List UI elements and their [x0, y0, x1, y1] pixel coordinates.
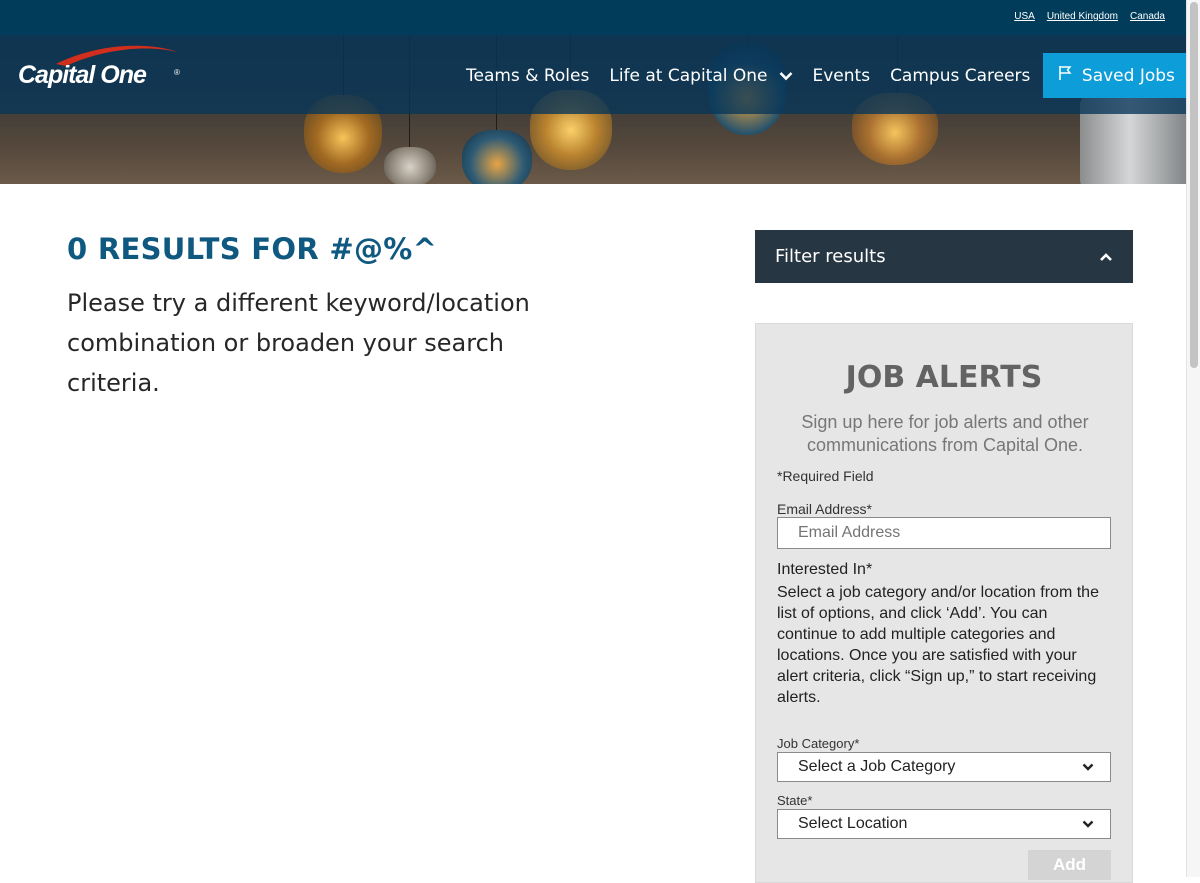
- state-select[interactable]: Select Location: [777, 809, 1111, 839]
- logo-text: Capital One: [18, 61, 147, 89]
- pendant-lamp: [462, 130, 532, 184]
- interested-in-heading: Interested In*: [777, 561, 873, 578]
- job-alerts-panel: JOB ALERTS Sign up here for job alerts a…: [755, 323, 1133, 883]
- main-nav: Teams & Roles Life at Capital One Events…: [466, 53, 1190, 98]
- scrollbar-thumb[interactable]: [1190, 2, 1198, 368]
- country-links: USA United Kingdom Canada: [1014, 11, 1165, 22]
- country-link-usa[interactable]: USA: [1014, 11, 1035, 22]
- interested-in-instructions: Select a job category and/or location fr…: [777, 584, 1099, 706]
- filter-label: Filter results: [775, 246, 886, 267]
- job-category-label: Job Category*: [777, 736, 860, 751]
- email-field[interactable]: [777, 517, 1111, 549]
- chevron-down-icon: [1082, 815, 1094, 833]
- filter-results-toggle[interactable]: Filter results: [755, 230, 1133, 283]
- pendant-lamp: [384, 147, 436, 184]
- nav-life-at-capital-one[interactable]: Life at Capital One: [609, 66, 792, 86]
- job-alerts-intro: Sign up here for job alerts and other co…: [801, 412, 1089, 455]
- email-label: Email Address*: [777, 501, 872, 517]
- results-message: Please try a different keyword/location …: [67, 289, 530, 397]
- chevron-down-icon: [779, 66, 793, 86]
- nav-label: Teams & Roles: [466, 65, 590, 86]
- nav-campus-careers[interactable]: Campus Careers: [890, 66, 1030, 86]
- results-title: 0 RESULTS FOR #@%^: [67, 232, 438, 266]
- page-scrollbar[interactable]: [1186, 0, 1200, 877]
- capital-one-logo[interactable]: Capital One ®: [18, 42, 180, 98]
- state-label: State*: [777, 793, 813, 808]
- country-link-uk[interactable]: United Kingdom: [1047, 11, 1118, 22]
- job-category-select[interactable]: Select a Job Category: [777, 752, 1111, 782]
- nav-label: Life at Capital One: [609, 65, 768, 86]
- add-button[interactable]: Add: [1028, 850, 1111, 880]
- top-utility-bar: USA United Kingdom Canada: [0, 0, 1186, 35]
- state-value: Select Location: [798, 815, 908, 832]
- nav-events[interactable]: Events: [813, 66, 871, 86]
- registered-mark: ®: [174, 68, 180, 77]
- job-category-value: Select a Job Category: [798, 758, 956, 775]
- required-field-note: *Required Field: [777, 468, 874, 484]
- flag-icon: [1058, 65, 1072, 86]
- nav-label: Campus Careers: [890, 65, 1031, 86]
- nav-teams-roles[interactable]: Teams & Roles: [466, 66, 589, 86]
- chevron-down-icon: [1082, 758, 1094, 776]
- job-alerts-title: JOB ALERTS: [845, 360, 1043, 395]
- country-link-canada[interactable]: Canada: [1130, 11, 1165, 22]
- saved-jobs-label: Saved Jobs: [1081, 65, 1175, 86]
- nav-label: Events: [812, 65, 871, 86]
- chevron-up-icon: [1099, 246, 1113, 267]
- saved-jobs-button[interactable]: Saved Jobs: [1043, 53, 1190, 98]
